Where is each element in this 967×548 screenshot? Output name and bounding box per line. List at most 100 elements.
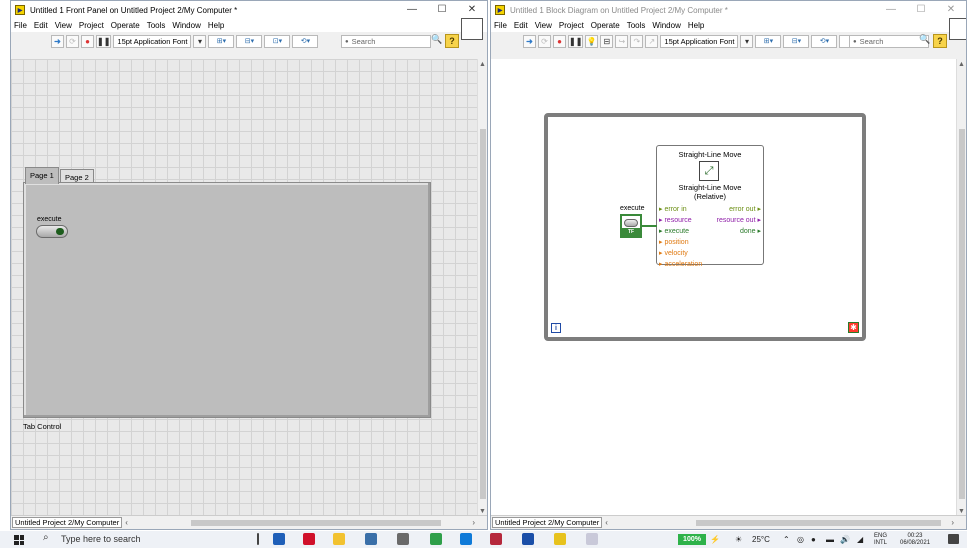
language-indicator[interactable]: ENG INTL xyxy=(874,533,887,547)
labview-taskbar-icon[interactable] xyxy=(554,533,566,545)
menu-help[interactable]: Help xyxy=(208,21,224,30)
menu-operate[interactable]: Operate xyxy=(591,21,620,30)
pause-icon[interactable]: ❚❚ xyxy=(96,34,112,48)
tray-network-app-icon[interactable]: ● xyxy=(811,535,816,544)
chrome-icon[interactable] xyxy=(430,533,442,545)
iteration-terminal[interactable]: i xyxy=(551,323,561,333)
camera-icon[interactable] xyxy=(397,533,409,545)
terminal-velocity[interactable]: ▸ velocity xyxy=(659,248,688,259)
menu-operate[interactable]: Operate xyxy=(111,21,140,30)
scroll-down-icon[interactable]: ▼ xyxy=(479,508,486,515)
distribute-objects-icon[interactable]: ⊟▾ xyxy=(783,34,810,48)
terminal-execute[interactable]: ▸ execute xyxy=(659,226,689,237)
wifi-icon[interactable]: ◢ xyxy=(857,535,863,544)
task-view-icon[interactable] xyxy=(257,533,259,545)
run-arrow-icon[interactable]: ➜ xyxy=(523,34,536,48)
align-objects-icon[interactable]: ⊞▾ xyxy=(208,34,235,48)
terminal-resource[interactable]: ▸ resource xyxy=(659,215,692,226)
menu-tools[interactable]: Tools xyxy=(147,21,166,30)
straight-line-move-node[interactable]: Straight-Line Move ⤢ Straight-Line Move … xyxy=(656,145,764,268)
menu-project[interactable]: Project xyxy=(79,21,104,30)
pause-icon[interactable]: ❚❚ xyxy=(568,34,584,48)
context-help-icon[interactable]: ? xyxy=(933,34,947,48)
terminal-acceleration[interactable]: ▸ acceleration xyxy=(659,259,702,270)
app-l-icon[interactable] xyxy=(273,533,285,545)
app-cloud-icon[interactable] xyxy=(365,533,377,545)
taskbar-search-input[interactable]: Type here to search xyxy=(61,534,141,544)
context-label[interactable]: Untitled Project 2/My Computer xyxy=(12,517,123,528)
scroll-up-icon[interactable]: ▲ xyxy=(958,61,965,68)
menu-window[interactable]: Window xyxy=(652,21,680,30)
notifications-icon[interactable] xyxy=(948,534,959,544)
context-help-icon[interactable]: ? xyxy=(445,34,459,48)
menu-file[interactable]: File xyxy=(14,21,27,30)
word-icon[interactable] xyxy=(522,533,534,545)
scroll-left-icon[interactable]: ‹ xyxy=(125,518,128,527)
step-over-icon[interactable]: ↷ xyxy=(630,34,644,48)
mcafee-icon[interactable] xyxy=(303,533,315,545)
close-button[interactable]: ✕ xyxy=(936,1,966,19)
run-continuously-icon[interactable]: ⟳ xyxy=(538,34,551,48)
reorder-icon[interactable]: ⟲▾ xyxy=(811,34,838,48)
horizontal-scrollbar-thumb[interactable] xyxy=(696,520,941,526)
menu-help[interactable]: Help xyxy=(688,21,704,30)
temperature[interactable]: 25°C xyxy=(752,535,770,544)
font-dropdown-chevron-icon[interactable]: ▾ xyxy=(740,34,754,48)
scroll-down-icon[interactable]: ▼ xyxy=(958,508,965,515)
volume-icon[interactable]: 🔊 xyxy=(840,535,850,544)
menu-file[interactable]: File xyxy=(494,21,507,30)
battery-icon[interactable]: ▬ xyxy=(826,535,834,544)
scrollbar-thumb[interactable] xyxy=(959,129,965,499)
edge-icon[interactable] xyxy=(460,533,472,545)
terminal-resource-out[interactable]: resource out ▸ xyxy=(717,215,761,226)
scroll-right-icon[interactable]: › xyxy=(472,518,475,527)
search-icon[interactable]: 🔍 xyxy=(919,34,930,45)
highlight-execution-icon[interactable]: 💡 xyxy=(585,34,599,48)
tray-app-icon[interactable]: ◎ xyxy=(797,535,804,544)
app-gear-icon[interactable] xyxy=(586,533,598,545)
battery-badge[interactable]: 100% xyxy=(678,534,706,545)
run-arrow-icon[interactable]: ➜ xyxy=(51,34,64,48)
close-button[interactable]: ✕ xyxy=(457,1,487,19)
minimize-button[interactable]: — xyxy=(397,1,427,19)
menu-edit[interactable]: Edit xyxy=(34,21,48,30)
block-diagram-canvas[interactable]: Straight-Line Move ⤢ Straight-Line Move … xyxy=(491,59,958,517)
menu-edit[interactable]: Edit xyxy=(514,21,528,30)
search-input[interactable]: ● Search xyxy=(341,35,431,48)
front-panel-canvas[interactable]: Page 1 Page 2 execute Tab Control xyxy=(11,59,479,517)
menu-window[interactable]: Window xyxy=(172,21,200,30)
tab-page-2[interactable]: Page 2 xyxy=(60,169,94,183)
vi-icon[interactable] xyxy=(949,18,966,40)
horizontal-scrollbar-thumb[interactable] xyxy=(191,520,441,526)
font-selector[interactable]: 15pt Application Font xyxy=(113,34,192,48)
font-selector[interactable]: 15pt Application Font xyxy=(660,34,739,48)
scroll-up-icon[interactable]: ▲ xyxy=(479,61,486,68)
tab-control[interactable] xyxy=(23,182,431,418)
search-icon[interactable]: 🔍 xyxy=(431,34,442,45)
vertical-scrollbar[interactable]: ▲ ▼ xyxy=(477,59,487,517)
distribute-objects-icon[interactable]: ⊟▾ xyxy=(236,34,263,48)
stop-condition-icon[interactable]: ✱ xyxy=(848,322,859,333)
file-explorer-icon[interactable] xyxy=(333,533,345,545)
weather-icon[interactable]: ☀ xyxy=(735,535,742,544)
search-icon[interactable]: ⌕ xyxy=(43,532,49,543)
step-into-icon[interactable]: ↪ xyxy=(615,34,629,48)
menu-view[interactable]: View xyxy=(55,21,72,30)
while-loop[interactable]: Straight-Line Move ⤢ Straight-Line Move … xyxy=(544,113,866,341)
terminal-position[interactable]: ▸ position xyxy=(659,237,689,248)
context-label[interactable]: Untitled Project 2/My Computer xyxy=(492,517,603,528)
terminal-error-out[interactable]: error out ▸ xyxy=(729,204,761,215)
abort-icon[interactable]: ● xyxy=(81,34,94,48)
vertical-scrollbar[interactable]: ▲ ▼ xyxy=(956,59,966,517)
menu-view[interactable]: View xyxy=(535,21,552,30)
app-sw-icon[interactable] xyxy=(490,533,502,545)
scrollbar-thumb[interactable] xyxy=(480,129,486,499)
minimize-button[interactable]: — xyxy=(876,1,906,19)
search-input[interactable]: ● Search xyxy=(849,35,929,48)
reorder-icon[interactable]: ⟲▾ xyxy=(292,34,319,48)
align-objects-icon[interactable]: ⊞▾ xyxy=(755,34,782,48)
run-continuously-icon[interactable]: ⟳ xyxy=(66,34,79,48)
maximize-button[interactable]: ☐ xyxy=(906,1,936,19)
retain-wire-values-icon[interactable]: ⊟ xyxy=(600,34,614,48)
step-out-icon[interactable]: ↗ xyxy=(645,34,659,48)
